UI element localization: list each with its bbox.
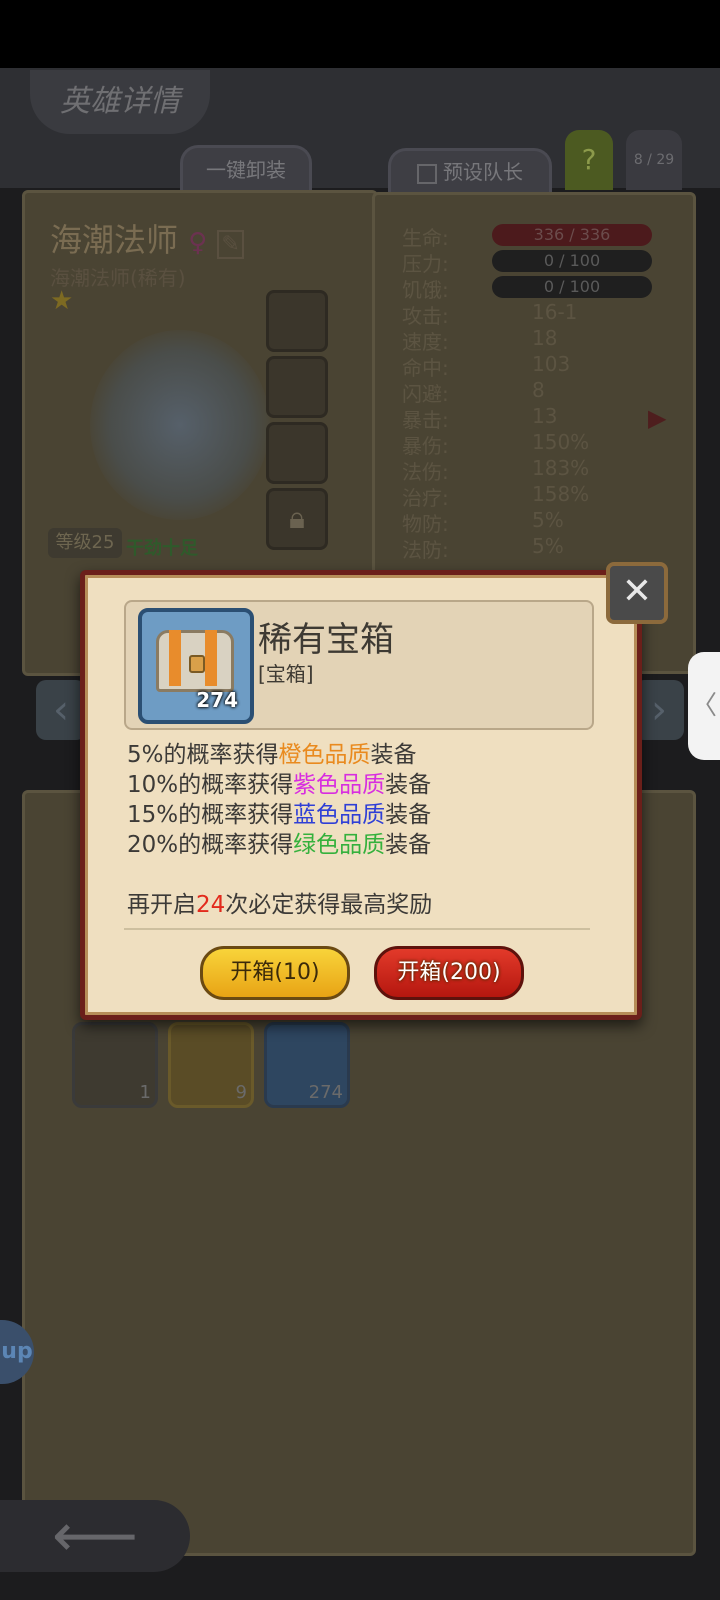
rename-icon[interactable]: ✎	[217, 230, 244, 259]
stat-label: 法伤:	[402, 460, 449, 484]
stat-value: 8	[532, 378, 545, 402]
stat-value: 16-1	[532, 300, 578, 324]
stat-value: 5%	[532, 534, 564, 558]
stat-value: 183%	[532, 456, 590, 480]
stat-label: 速度:	[402, 330, 449, 354]
probability-line: 20%的概率获得绿色品质装备	[127, 832, 432, 858]
life-bar: 336 / 336	[492, 224, 652, 246]
stat-value: 5%	[532, 508, 564, 532]
hero-page-counter: 8 / 29	[626, 130, 682, 190]
stat-label: 暴击:	[402, 408, 449, 432]
open-10-button[interactable]: 开箱(10)	[200, 946, 350, 1000]
stat-label: 饥饿:	[402, 278, 449, 302]
stat-value: 158%	[532, 482, 590, 506]
equip-slot[interactable]	[266, 290, 328, 352]
stat-value: 150%	[532, 430, 590, 454]
treasure-chest-icon	[156, 630, 234, 692]
item-count: 274	[196, 688, 238, 712]
inventory-item[interactable]: 274	[264, 1022, 350, 1108]
preset-captain-label: 预设队长	[443, 160, 523, 184]
stat-label: 法防:	[402, 538, 449, 562]
equip-slot[interactable]	[266, 422, 328, 484]
side-drawer-handle[interactable]: 〈	[688, 652, 720, 760]
stat-label: 压力:	[402, 252, 449, 276]
probability-line: 5%的概率获得橙色品质装备	[127, 742, 417, 768]
back-arrow-icon[interactable]: ⟵	[0, 1500, 190, 1572]
unequip-all-button[interactable]: 一键卸装	[180, 145, 312, 192]
chest-band	[205, 630, 217, 686]
stat-label: 闪避:	[402, 382, 449, 406]
prev-hero-button[interactable]: ‹	[36, 680, 86, 740]
chest-lock	[189, 655, 205, 673]
item-count: 9	[235, 1082, 247, 1103]
hero-portrait	[90, 330, 270, 520]
checkbox-icon[interactable]	[417, 163, 437, 184]
lock-icon[interactable]: 🔒︎	[266, 488, 328, 550]
expand-arrow-icon[interactable]: ▶	[648, 404, 666, 432]
open-200-button[interactable]: 开箱(200)	[374, 946, 524, 1000]
preset-captain-toggle[interactable]: 预设队长	[388, 148, 552, 193]
close-icon[interactable]: ✕	[606, 562, 668, 624]
hero-mood: 干劲十足	[126, 538, 198, 559]
hunger-bar: 0 / 100	[492, 276, 652, 298]
stat-label: 攻击:	[402, 304, 449, 328]
stat-value: 103	[532, 352, 571, 376]
page-title: 英雄详情	[30, 70, 210, 134]
stat-label: 暴伤:	[402, 434, 449, 458]
stat-label: 物防:	[402, 512, 449, 536]
status-bar	[0, 0, 720, 68]
guarantee-text: 再开启24次必定获得最高奖励	[127, 892, 433, 918]
stat-value: 18	[532, 326, 558, 350]
star-icon: ★	[50, 286, 74, 316]
help-button[interactable]: ?	[565, 130, 613, 190]
item-count: 274	[308, 1082, 343, 1103]
female-icon: ♀	[188, 228, 208, 258]
equip-slot[interactable]	[266, 356, 328, 418]
hero-level: 等级25	[48, 528, 122, 558]
stat-label: 命中:	[402, 356, 449, 380]
probability-line: 10%的概率获得紫色品质装备	[127, 772, 432, 798]
stat-value: 13	[532, 404, 558, 428]
inventory-item[interactable]: 1	[72, 1022, 158, 1108]
item-type: [宝箱]	[258, 662, 314, 686]
hero-name: 海潮法师 ♀ ✎	[50, 215, 244, 261]
stress-bar: 0 / 100	[492, 250, 652, 272]
inventory-item[interactable]: 9	[168, 1022, 254, 1108]
probability-line: 15%的概率获得蓝色品质装备	[127, 802, 432, 828]
stat-label: 治疗:	[402, 486, 449, 510]
item-name: 稀有宝箱	[258, 620, 394, 660]
divider	[124, 928, 590, 930]
stat-label: 生命:	[402, 226, 449, 250]
item-count: 1	[139, 1082, 151, 1103]
chest-band	[169, 630, 181, 686]
